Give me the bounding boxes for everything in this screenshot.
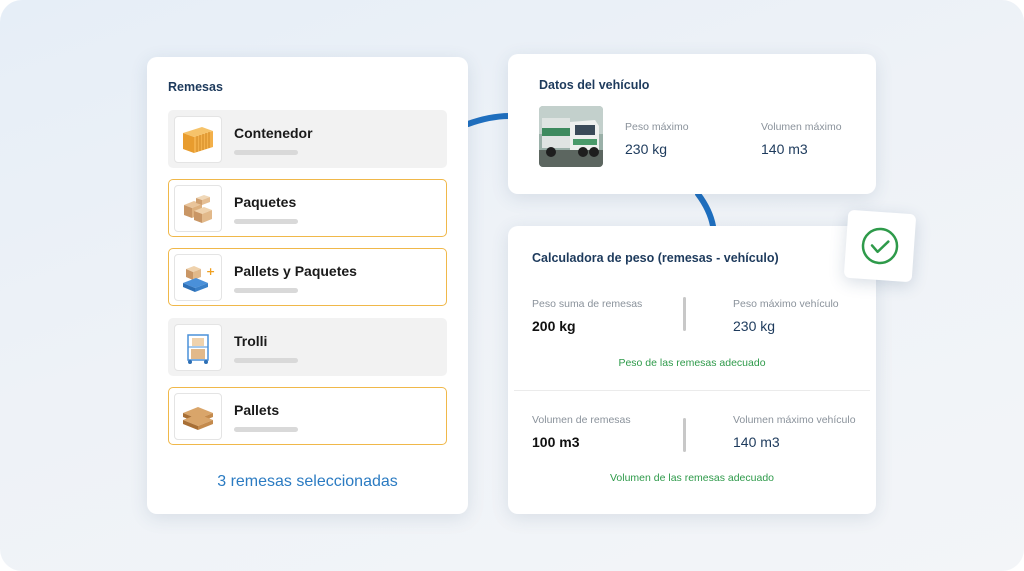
remesa-item-trolli[interactable]: Trolli	[168, 318, 447, 376]
remesa-item-label: Contenedor	[234, 125, 313, 141]
vehicle-title: Datos del vehículo	[539, 78, 650, 92]
remesas-card: Remesas Contenedor Paquetes + Pallets y …	[147, 57, 468, 514]
pallet-boxes-icon: +	[174, 254, 222, 301]
truck-photo	[539, 106, 603, 167]
pallets-icon	[174, 393, 222, 440]
peso-maximo-label: Peso máximo	[625, 121, 689, 133]
volumen-max-vehiculo-label: Volumen máximo vehículo	[733, 414, 856, 426]
section-divider	[514, 390, 870, 391]
volumen-max-vehiculo-value: 140 m3	[733, 434, 780, 450]
remesa-item-label: Paquetes	[234, 194, 297, 210]
svg-text:+: +	[206, 265, 215, 278]
peso-maximo-value: 230 kg	[625, 141, 668, 157]
remesas-title: Remesas	[168, 80, 223, 94]
placeholder-bar	[234, 358, 298, 363]
remesa-item-label: Pallets	[234, 402, 280, 418]
remesa-item-pallets[interactable]: Pallets	[168, 387, 447, 445]
placeholder-bar	[234, 219, 298, 224]
divider	[683, 297, 686, 331]
check-circle-icon	[861, 227, 899, 265]
placeholder-bar	[234, 427, 298, 432]
vehicle-card: Datos del vehículo Peso máximo 230 kg Vo…	[508, 54, 876, 194]
peso-max-vehiculo-label: Peso máximo vehículo	[733, 298, 839, 310]
peso-suma-value: 200 kg	[532, 318, 576, 334]
remesa-item-label: Pallets y Paquetes	[234, 263, 357, 279]
peso-max-vehiculo-value: 230 kg	[733, 318, 776, 334]
remesa-item-contenedor[interactable]: Contenedor	[168, 110, 447, 168]
container-icon	[174, 116, 222, 163]
remesa-item-paquetes[interactable]: Paquetes	[168, 179, 447, 237]
volumen-maximo-value: 140 m3	[761, 141, 808, 157]
placeholder-bar	[234, 150, 298, 155]
calculator-title: Calculadora de peso (remesas - vehículo)	[532, 251, 779, 265]
remesa-item-label: Trolli	[234, 333, 268, 349]
background-stage: Remesas Contenedor Paquetes + Pallets y …	[0, 0, 1024, 571]
peso-suma-label: Peso suma de remesas	[532, 298, 643, 310]
volumen-remesas-value: 100 m3	[532, 434, 580, 450]
divider	[683, 418, 686, 452]
trolley-icon	[174, 324, 222, 371]
selected-count-text: 3 remesas seleccionadas	[217, 473, 398, 490]
volumen-status: Volumen de las remesas adecuado	[609, 472, 775, 484]
remesa-item-pallets-y-paquetes[interactable]: + Pallets y Paquetes	[168, 248, 447, 306]
peso-status: Peso de las remesas adecuado	[618, 357, 766, 369]
success-badge	[843, 209, 917, 283]
calculator-card: Calculadora de peso (remesas - vehículo)…	[508, 226, 876, 514]
volumen-remesas-label: Volumen de remesas	[532, 414, 631, 426]
volumen-maximo-label: Volumen máximo	[761, 121, 842, 133]
boxes-icon	[174, 185, 222, 232]
placeholder-bar	[234, 288, 298, 293]
